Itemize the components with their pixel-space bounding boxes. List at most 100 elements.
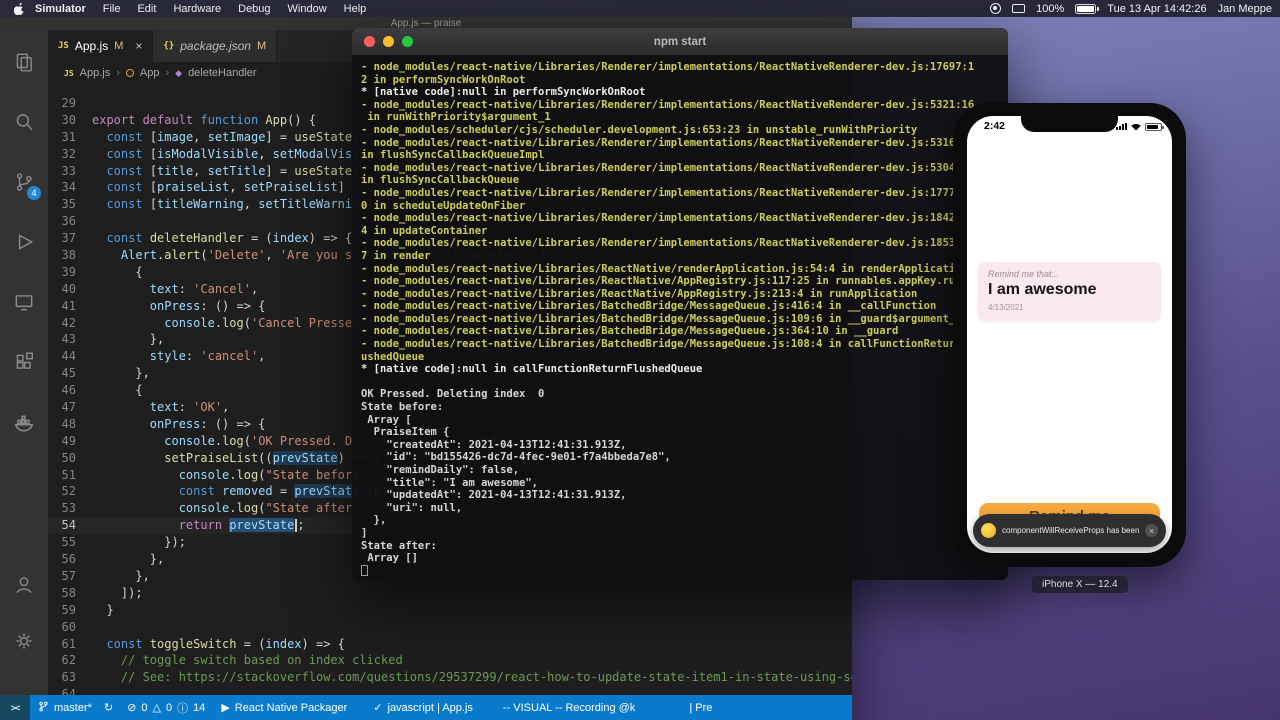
line-number[interactable]: 59 <box>48 602 92 619</box>
line-number[interactable]: 56 <box>48 551 92 568</box>
search-icon[interactable] <box>0 92 48 152</box>
line-number[interactable]: 49 <box>48 433 92 450</box>
extensions-icon[interactable] <box>0 332 48 392</box>
code-line-62[interactable]: 62 // toggle switch based on index click… <box>48 652 852 669</box>
menubar-user[interactable]: Jan Meppe <box>1218 3 1272 15</box>
settings-gear-icon[interactable] <box>0 615 48 667</box>
code-token: . <box>229 467 237 482</box>
display-icon[interactable] <box>1012 4 1026 13</box>
run-debug-icon[interactable] <box>0 212 48 272</box>
terminal-output[interactable]: - node_modules/react-native/Libraries/Re… <box>352 56 1008 580</box>
warning-toast[interactable]: componentWillReceiveProps has been r... … <box>973 514 1166 547</box>
code-line-63[interactable]: 63 // See: https://stackoverflow.com/que… <box>48 669 852 686</box>
breadcrumb-class[interactable]: App <box>140 67 160 79</box>
line-number[interactable]: 48 <box>48 416 92 433</box>
statusbar-git-branch[interactable]: master* <box>38 700 92 716</box>
tab-close-icon[interactable]: × <box>135 39 142 53</box>
line-number[interactable]: 55 <box>48 534 92 551</box>
line-number[interactable]: 41 <box>48 298 92 315</box>
tab-packagejson[interactable]: {} package.json M <box>153 30 278 62</box>
remote-indicator[interactable]: >< <box>0 695 30 720</box>
code-line-60[interactable]: 60 <box>48 619 852 636</box>
menu-debug[interactable]: Debug <box>238 3 270 15</box>
code-text: // toggle switch based on index clicked <box>92 652 403 669</box>
menubar-clock[interactable]: Tue 13 Apr 14:42:26 <box>1107 3 1206 15</box>
line-number[interactable]: 34 <box>48 179 92 196</box>
terminal-line: "id": "bd155426-dc7d-4fec-9e01-f7a4bbeda… <box>361 451 671 464</box>
line-number[interactable]: 53 <box>48 500 92 517</box>
line-number[interactable]: 40 <box>48 281 92 298</box>
info-icon: ⓘ <box>177 702 189 715</box>
line-number[interactable]: 33 <box>48 163 92 180</box>
line-number[interactable]: 43 <box>48 331 92 348</box>
menu-hardware[interactable]: Hardware <box>173 3 221 15</box>
account-icon[interactable] <box>0 559 48 611</box>
line-number[interactable]: 61 <box>48 636 92 653</box>
docker-icon[interactable] <box>0 392 48 452</box>
line-number[interactable]: 50 <box>48 450 92 467</box>
terminal-titlebar[interactable]: npm start <box>352 28 1008 56</box>
line-number[interactable]: 39 <box>48 264 92 281</box>
line-number[interactable]: 30 <box>48 112 92 129</box>
code-line-61[interactable]: 61 const toggleSwitch = (index) => { <box>48 636 852 653</box>
code-token: onPress <box>149 298 201 313</box>
menu-file[interactable]: File <box>103 3 121 15</box>
line-number[interactable]: 62 <box>48 652 92 669</box>
remote-explorer-icon[interactable] <box>0 272 48 332</box>
statusbar-label: master* <box>54 701 92 714</box>
code-line-58[interactable]: 58 ]); <box>48 585 852 602</box>
terminal-window[interactable]: npm start - node_modules/react-native/Li… <box>352 28 1008 580</box>
line-number[interactable]: 35 <box>48 196 92 213</box>
line-number[interactable]: 51 <box>48 467 92 484</box>
menu-edit[interactable]: Edit <box>137 3 156 15</box>
line-number[interactable]: 60 <box>48 619 92 636</box>
line-number[interactable]: 44 <box>48 348 92 365</box>
line-number[interactable]: 38 <box>48 247 92 264</box>
code-token: image <box>157 129 194 144</box>
source-control-icon[interactable]: 4 <box>0 152 48 212</box>
line-number[interactable]: 31 <box>48 129 92 146</box>
breadcrumb-method[interactable]: deleteHandler <box>188 67 257 79</box>
code-text: { <box>92 382 142 399</box>
code-token: index <box>265 636 302 651</box>
menu-help[interactable]: Help <box>344 3 367 15</box>
line-number[interactable]: 37 <box>48 230 92 247</box>
line-number[interactable]: 54 <box>48 517 92 534</box>
packager-icon: ▶ <box>221 702 230 714</box>
screen-record-icon[interactable] <box>990 3 1002 14</box>
battery-icon <box>1145 122 1164 131</box>
breadcrumb-file[interactable]: App.js <box>80 67 111 79</box>
line-number[interactable]: 57 <box>48 568 92 585</box>
terminal-line: PraiseItem { <box>361 426 450 439</box>
line-number[interactable]: 42 <box>48 315 92 332</box>
menu-simulator[interactable]: Simulator <box>35 3 86 15</box>
line-number[interactable]: 46 <box>48 382 92 399</box>
terminal-line: ] <box>361 526 368 539</box>
code-token: default <box>142 112 201 127</box>
line-number[interactable]: 58 <box>48 585 92 602</box>
statusbar-packager[interactable]: ▶ React Native Packager <box>221 701 347 715</box>
tab-appjs[interactable]: JS App.js M × <box>48 30 154 62</box>
line-number[interactable]: 29 <box>48 95 92 112</box>
line-number[interactable]: 45 <box>48 365 92 382</box>
statusbar-sync[interactable]: ↻ <box>104 701 113 714</box>
code-line-64[interactable]: 64 <box>48 686 852 695</box>
line-number[interactable]: 47 <box>48 399 92 416</box>
line-number[interactable]: 32 <box>48 146 92 163</box>
statusbar-prettier[interactable]: | Pre <box>689 702 712 714</box>
menu-window[interactable]: Window <box>288 3 327 15</box>
line-number[interactable]: 52 <box>48 483 92 500</box>
statusbar-problems[interactable]: ⊘ 0 △ 0 ⓘ 14 <box>127 700 205 716</box>
statusbar-vim-mode[interactable]: -- VISUAL -- Recording @k <box>503 702 635 714</box>
statusbar-linter[interactable]: ✓ javascript | App.js <box>373 701 473 715</box>
code-token: onPress <box>149 416 201 431</box>
check-icon: ✓ <box>373 702 383 714</box>
explorer-icon[interactable] <box>0 32 48 92</box>
line-number[interactable]: 64 <box>48 686 92 695</box>
code-line-59[interactable]: 59 } <box>48 602 852 619</box>
line-number[interactable]: 63 <box>48 669 92 686</box>
line-number[interactable]: 36 <box>48 213 92 230</box>
praise-entry-card[interactable]: Remind me that... I am awesome 4/13/2021 <box>978 262 1161 321</box>
toast-close-icon[interactable]: × <box>1145 524 1158 537</box>
apple-menu-icon[interactable] <box>14 2 25 15</box>
